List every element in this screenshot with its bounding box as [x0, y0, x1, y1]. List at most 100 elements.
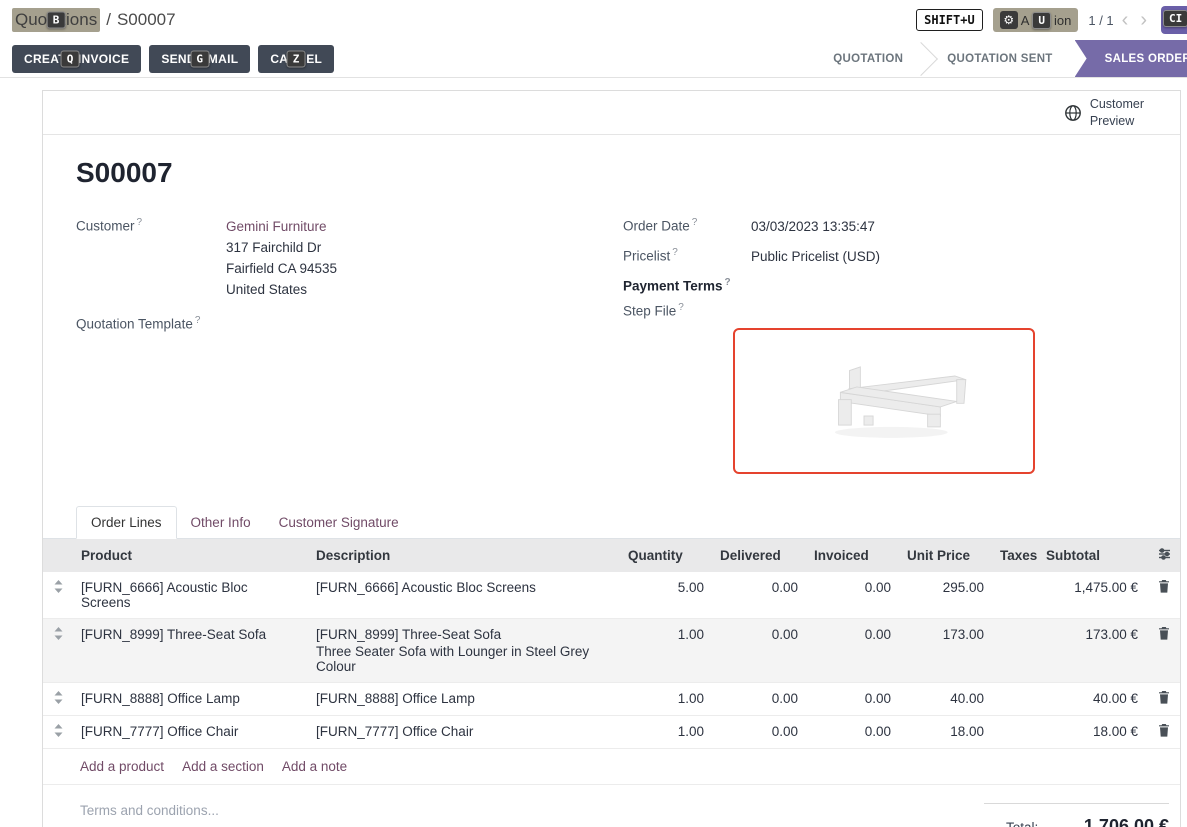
cell-quantity[interactable]: 5.00	[620, 572, 712, 619]
cell-description[interactable]: [FURN_6666] Acoustic Bloc Screens	[308, 572, 620, 619]
status-step-quotation-sent[interactable]: QUOTATION SENT	[925, 40, 1074, 77]
pager-prev-button[interactable]: ‹	[1118, 10, 1133, 30]
cell-invoiced[interactable]: 0.00	[806, 618, 899, 682]
cell-description[interactable]: [FURN_8888] Office Lamp	[308, 682, 620, 715]
cell-product[interactable]: [FURN_8999] Three-Seat Sofa	[73, 618, 308, 682]
step-file-preview[interactable]	[733, 328, 1035, 474]
delete-line-button[interactable]	[1146, 682, 1181, 715]
status-step-sales-order[interactable]: SALES ORDER	[1075, 40, 1187, 77]
action-menu-button[interactable]: ⚙ A U ion	[993, 8, 1079, 32]
add-note-link[interactable]: Add a note	[282, 759, 347, 774]
order-line-row[interactable]: [FURN_8888] Office Lamp [FURN_8888] Offi…	[43, 682, 1181, 715]
cell-taxes[interactable]	[992, 715, 1038, 748]
cell-unit-price[interactable]: 295.00	[899, 572, 992, 619]
cell-invoiced[interactable]: 0.00	[806, 572, 899, 619]
topbar-right-controls: SHIFT+U ⚙ A U ion 1 / 1 ‹ › CI	[916, 6, 1187, 34]
handle-column-header	[43, 539, 73, 572]
send-email-button[interactable]: SEND EMAIL G	[149, 45, 250, 73]
cell-subtotal: 1,475.00 €	[1038, 572, 1146, 619]
row-drag-handle[interactable]	[43, 715, 73, 748]
field-quotation-template[interactable]: Quotation Template?	[76, 315, 623, 332]
action-label-suffix: ion	[1054, 13, 1071, 28]
field-step-file: Step File?	[623, 302, 1170, 319]
cell-delivered[interactable]: 0.00	[712, 618, 806, 682]
cell-invoiced[interactable]: 0.00	[806, 682, 899, 715]
cell-quantity[interactable]: 1.00	[620, 618, 712, 682]
pricelist-value[interactable]: Public Pricelist (USD)	[751, 247, 880, 268]
breadcrumb: Quotations B / S00007	[12, 8, 176, 32]
customer-address-line1: 317 Fairchild Dr	[226, 238, 337, 259]
cell-product[interactable]: [FURN_8888] Office Lamp	[73, 682, 308, 715]
cell-delivered[interactable]: 0.00	[712, 682, 806, 715]
pager-next-button[interactable]: ›	[1136, 10, 1151, 30]
breadcrumb-quotations-link[interactable]: Quotations B	[12, 8, 100, 32]
order-date-value[interactable]: 03/03/2023 13:35:47	[751, 217, 875, 238]
cell-description[interactable]: [FURN_7777] Office Chair	[308, 715, 620, 748]
invoiced-column-header[interactable]: Invoiced	[806, 539, 899, 572]
hint-badge-send-email: G	[190, 50, 209, 67]
row-drag-handle[interactable]	[43, 618, 73, 682]
cell-quantity[interactable]: 1.00	[620, 715, 712, 748]
delete-line-button[interactable]	[1146, 618, 1181, 682]
quantity-column-header[interactable]: Quantity	[620, 539, 712, 572]
customer-preview-button[interactable]: Customer Preview	[1064, 96, 1144, 130]
add-product-link[interactable]: Add a product	[80, 759, 164, 774]
cell-taxes[interactable]	[992, 572, 1038, 619]
field-payment-terms[interactable]: Payment Terms?	[623, 277, 1170, 294]
cell-taxes[interactable]	[992, 618, 1038, 682]
trash-icon	[1158, 691, 1170, 704]
cell-description[interactable]: [FURN_8999] Three-Seat Sofa Three Seater…	[308, 618, 620, 682]
order-line-row[interactable]: [FURN_8999] Three-Seat Sofa [FURN_8999] …	[43, 618, 1181, 682]
tab-customer-signature[interactable]: Customer Signature	[265, 507, 413, 538]
action-buttons: CREATE INVOICE Q SEND EMAIL G CANCEL Z	[12, 40, 334, 77]
terms-and-conditions-input[interactable]: Terms and conditions...	[80, 803, 219, 818]
customer-preview-line2: Preview	[1090, 113, 1144, 130]
optional-columns-toggle[interactable]	[1146, 539, 1181, 572]
add-section-link[interactable]: Add a section	[182, 759, 264, 774]
delete-line-button[interactable]	[1146, 572, 1181, 619]
order-date-label: Order Date?	[623, 217, 751, 238]
customer-preview-line1: Customer	[1090, 96, 1144, 113]
description-column-header[interactable]: Description	[308, 539, 620, 572]
taxes-column-header[interactable]: Taxes	[992, 539, 1038, 572]
customer-value-link[interactable]: Gemini Furniture	[226, 219, 327, 234]
cell-product[interactable]: [FURN_6666] Acoustic Bloc Screens	[73, 572, 308, 619]
globe-icon	[1064, 104, 1082, 122]
cell-delivered[interactable]: 0.00	[712, 572, 806, 619]
cell-unit-price[interactable]: 18.00	[899, 715, 992, 748]
order-line-row[interactable]: [FURN_6666] Acoustic Bloc Screens [FURN_…	[43, 572, 1181, 619]
total-value: 1,706.00 €	[1084, 816, 1169, 827]
help-icon: ?	[195, 315, 201, 326]
order-lines-table: Product Description Quantity Delivered I…	[43, 539, 1181, 749]
pager: 1 / 1 ‹ ›	[1088, 10, 1151, 30]
total-label: Total:	[984, 820, 1038, 827]
cell-unit-price[interactable]: 173.00	[899, 618, 992, 682]
cell-invoiced[interactable]: 0.00	[806, 715, 899, 748]
field-pricelist: Pricelist? Public Pricelist (USD)	[623, 247, 1170, 268]
cell-quantity[interactable]: 1.00	[620, 682, 712, 715]
cell-product[interactable]: [FURN_7777] Office Chair	[73, 715, 308, 748]
tab-other-info[interactable]: Other Info	[177, 507, 265, 538]
cancel-button[interactable]: CANCEL Z	[258, 45, 334, 73]
status-step-quotation[interactable]: QUOTATION	[811, 40, 925, 77]
gear-icon: ⚙	[1000, 11, 1018, 29]
cell-delivered[interactable]: 0.00	[712, 715, 806, 748]
tab-order-lines[interactable]: Order Lines	[76, 506, 177, 539]
unit-price-column-header[interactable]: Unit Price	[899, 539, 992, 572]
top-bar: Quotations B / S00007 SHIFT+U ⚙ A U ion …	[0, 0, 1187, 40]
quotation-template-label: Quotation Template?	[76, 315, 226, 332]
subtotal-column-header[interactable]: Subtotal	[1038, 539, 1146, 572]
corner-create-button[interactable]: CI	[1161, 6, 1187, 34]
help-icon: ?	[725, 277, 731, 288]
order-line-row[interactable]: [FURN_7777] Office Chair [FURN_7777] Off…	[43, 715, 1181, 748]
product-column-header[interactable]: Product	[73, 539, 308, 572]
delivered-column-header[interactable]: Delivered	[712, 539, 806, 572]
delete-line-button[interactable]	[1146, 715, 1181, 748]
help-icon: ?	[672, 247, 678, 258]
customer-address-line3: United States	[226, 280, 337, 301]
row-drag-handle[interactable]	[43, 682, 73, 715]
row-drag-handle[interactable]	[43, 572, 73, 619]
create-invoice-button[interactable]: CREATE INVOICE Q	[12, 45, 141, 73]
cell-unit-price[interactable]: 40.00	[899, 682, 992, 715]
cell-taxes[interactable]	[992, 682, 1038, 715]
